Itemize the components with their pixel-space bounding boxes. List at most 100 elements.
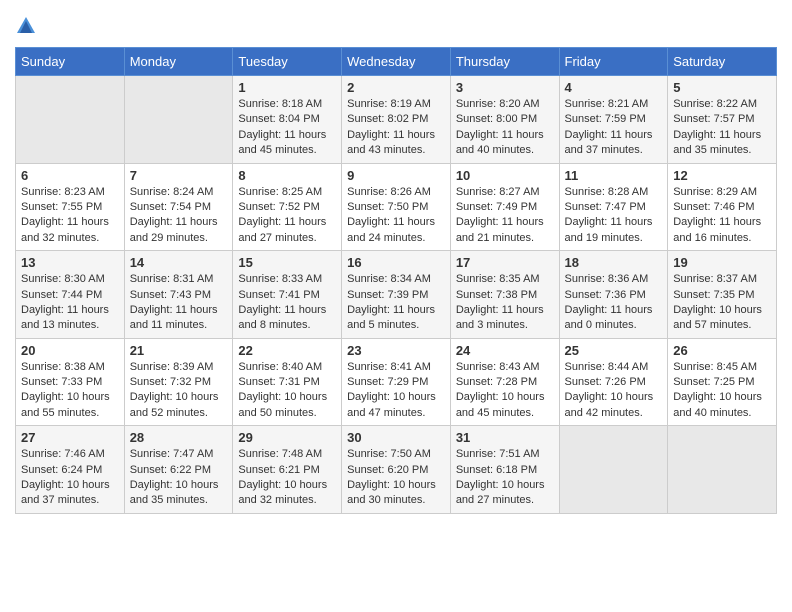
calendar-cell: 25 Sunrise: 8:44 AM Sunset: 7:26 PM Dayli… <box>559 338 668 426</box>
calendar-cell: 26 Sunrise: 8:45 AM Sunset: 7:25 PM Dayli… <box>668 338 777 426</box>
day-number: 26 <box>673 343 771 358</box>
day-number: 8 <box>238 168 336 183</box>
day-info: Sunrise: 8:33 AM Sunset: 7:41 PM Dayligh… <box>238 272 336 334</box>
calendar-cell: 2 Sunrise: 8:19 AM Sunset: 8:02 PM Daylig… <box>342 76 451 164</box>
calendar-table: SundayMondayTuesdayWednesdayThursdayFrid… <box>15 47 777 514</box>
day-info: Sunrise: 8:36 AM Sunset: 7:36 PM Dayligh… <box>565 272 663 334</box>
calendar-cell: 8 Sunrise: 8:25 AM Sunset: 7:52 PM Daylig… <box>233 163 342 251</box>
day-number: 13 <box>21 255 119 270</box>
day-info: Sunrise: 8:40 AM Sunset: 7:31 PM Dayligh… <box>238 360 336 422</box>
day-info: Sunrise: 7:46 AM Sunset: 6:24 PM Dayligh… <box>21 447 119 509</box>
day-info: Sunrise: 8:20 AM Sunset: 8:00 PM Dayligh… <box>456 97 554 159</box>
day-headers-row: SundayMondayTuesdayWednesdayThursdayFrid… <box>16 48 777 76</box>
day-number: 18 <box>565 255 663 270</box>
day-info: Sunrise: 8:38 AM Sunset: 7:33 PM Dayligh… <box>21 360 119 422</box>
day-header: Thursday <box>450 48 559 76</box>
day-info: Sunrise: 8:35 AM Sunset: 7:38 PM Dayligh… <box>456 272 554 334</box>
day-number: 2 <box>347 80 445 95</box>
day-number: 24 <box>456 343 554 358</box>
day-number: 22 <box>238 343 336 358</box>
day-number: 17 <box>456 255 554 270</box>
day-number: 28 <box>130 430 228 445</box>
calendar-cell: 5 Sunrise: 8:22 AM Sunset: 7:57 PM Daylig… <box>668 76 777 164</box>
day-info: Sunrise: 8:27 AM Sunset: 7:49 PM Dayligh… <box>456 185 554 247</box>
day-info: Sunrise: 8:22 AM Sunset: 7:57 PM Dayligh… <box>673 97 771 159</box>
calendar-week-row: 13 Sunrise: 8:30 AM Sunset: 7:44 PM Dayli… <box>16 251 777 339</box>
day-info: Sunrise: 8:29 AM Sunset: 7:46 PM Dayligh… <box>673 185 771 247</box>
day-number: 6 <box>21 168 119 183</box>
calendar-cell: 19Sunrise: 8:37 AM Sunset: 7:35 PM Dayli… <box>668 251 777 339</box>
day-number: 15 <box>238 255 336 270</box>
day-info: Sunrise: 8:44 AM Sunset: 7:26 PM Dayligh… <box>565 360 663 422</box>
day-info: Sunrise: 8:24 AM Sunset: 7:54 PM Dayligh… <box>130 185 228 247</box>
calendar-cell: 16Sunrise: 8:34 AM Sunset: 7:39 PM Dayli… <box>342 251 451 339</box>
day-number: 25 <box>565 343 663 358</box>
calendar-week-row: 20 Sunrise: 8:38 AM Sunset: 7:33 PM Dayli… <box>16 338 777 426</box>
calendar-cell: 21 Sunrise: 8:39 AM Sunset: 7:32 PM Dayli… <box>124 338 233 426</box>
calendar-cell: 18 Sunrise: 8:36 AM Sunset: 7:36 PM Dayli… <box>559 251 668 339</box>
logo-icon <box>15 15 37 37</box>
day-info: Sunrise: 8:25 AM Sunset: 7:52 PM Dayligh… <box>238 185 336 247</box>
day-number: 23 <box>347 343 445 358</box>
calendar-cell: 31 Sunrise: 7:51 AM Sunset: 6:18 PM Dayli… <box>450 426 559 514</box>
calendar-cell: 24 Sunrise: 8:43 AM Sunset: 7:28 PM Dayli… <box>450 338 559 426</box>
day-info: Sunrise: 8:23 AM Sunset: 7:55 PM Dayligh… <box>21 185 119 247</box>
day-info: Sunrise: 8:45 AM Sunset: 7:25 PM Dayligh… <box>673 360 771 422</box>
day-header: Friday <box>559 48 668 76</box>
day-number: 1 <box>238 80 336 95</box>
day-number: 3 <box>456 80 554 95</box>
day-info: Sunrise: 8:18 AM Sunset: 8:04 PM Dayligh… <box>238 97 336 159</box>
calendar-cell: 29 Sunrise: 7:48 AM Sunset: 6:21 PM Dayli… <box>233 426 342 514</box>
calendar-cell <box>16 76 125 164</box>
day-number: 7 <box>130 168 228 183</box>
calendar-week-row: 6 Sunrise: 8:23 AM Sunset: 7:55 PM Daylig… <box>16 163 777 251</box>
calendar-cell: 13 Sunrise: 8:30 AM Sunset: 7:44 PM Dayli… <box>16 251 125 339</box>
day-number: 4 <box>565 80 663 95</box>
day-header: Wednesday <box>342 48 451 76</box>
day-info: Sunrise: 8:39 AM Sunset: 7:32 PM Dayligh… <box>130 360 228 422</box>
calendar-cell <box>559 426 668 514</box>
day-header: Saturday <box>668 48 777 76</box>
day-number: 31 <box>456 430 554 445</box>
calendar-cell: 1 Sunrise: 8:18 AM Sunset: 8:04 PM Daylig… <box>233 76 342 164</box>
day-info: Sunrise: 8:30 AM Sunset: 7:44 PM Dayligh… <box>21 272 119 334</box>
calendar-cell: 15 Sunrise: 8:33 AM Sunset: 7:41 PM Dayli… <box>233 251 342 339</box>
day-info: Sunrise: 8:21 AM Sunset: 7:59 PM Dayligh… <box>565 97 663 159</box>
day-info: Sunrise: 8:41 AM Sunset: 7:29 PM Dayligh… <box>347 360 445 422</box>
calendar-cell: 3 Sunrise: 8:20 AM Sunset: 8:00 PM Daylig… <box>450 76 559 164</box>
calendar-cell: 4 Sunrise: 8:21 AM Sunset: 7:59 PM Daylig… <box>559 76 668 164</box>
logo <box>15 15 41 37</box>
calendar-cell: 27 Sunrise: 7:46 AM Sunset: 6:24 PM Dayli… <box>16 426 125 514</box>
calendar-week-row: 27 Sunrise: 7:46 AM Sunset: 6:24 PM Dayli… <box>16 426 777 514</box>
day-header: Sunday <box>16 48 125 76</box>
calendar-cell: 28 Sunrise: 7:47 AM Sunset: 6:22 PM Dayli… <box>124 426 233 514</box>
day-number: 27 <box>21 430 119 445</box>
day-number: 5 <box>673 80 771 95</box>
calendar-cell: 11 Sunrise: 8:28 AM Sunset: 7:47 PM Dayli… <box>559 163 668 251</box>
day-number: 10 <box>456 168 554 183</box>
day-number: 11 <box>565 168 663 183</box>
calendar-cell: 17 Sunrise: 8:35 AM Sunset: 7:38 PM Dayli… <box>450 251 559 339</box>
day-info: Sunrise: 7:47 AM Sunset: 6:22 PM Dayligh… <box>130 447 228 509</box>
day-number: 12 <box>673 168 771 183</box>
day-info: Sunrise: 8:34 AM Sunset: 7:39 PM Dayligh… <box>347 272 445 334</box>
calendar-cell: 9Sunrise: 8:26 AM Sunset: 7:50 PM Daylig… <box>342 163 451 251</box>
calendar-cell: 23 Sunrise: 8:41 AM Sunset: 7:29 PM Dayli… <box>342 338 451 426</box>
calendar-cell: 20 Sunrise: 8:38 AM Sunset: 7:33 PM Dayli… <box>16 338 125 426</box>
day-info: Sunrise: 7:48 AM Sunset: 6:21 PM Dayligh… <box>238 447 336 509</box>
day-number: 29 <box>238 430 336 445</box>
day-number: 14 <box>130 255 228 270</box>
day-number: 20 <box>21 343 119 358</box>
calendar-cell: 6 Sunrise: 8:23 AM Sunset: 7:55 PM Daylig… <box>16 163 125 251</box>
day-info: Sunrise: 8:43 AM Sunset: 7:28 PM Dayligh… <box>456 360 554 422</box>
day-info: Sunrise: 8:28 AM Sunset: 7:47 PM Dayligh… <box>565 185 663 247</box>
day-number: 21 <box>130 343 228 358</box>
day-info: Sunrise: 8:19 AM Sunset: 8:02 PM Dayligh… <box>347 97 445 159</box>
day-info: Sunrise: 7:51 AM Sunset: 6:18 PM Dayligh… <box>456 447 554 509</box>
calendar-cell: 22 Sunrise: 8:40 AM Sunset: 7:31 PM Dayli… <box>233 338 342 426</box>
calendar-cell <box>124 76 233 164</box>
calendar-cell: 14Sunrise: 8:31 AM Sunset: 7:43 PM Dayli… <box>124 251 233 339</box>
calendar-week-row: 1 Sunrise: 8:18 AM Sunset: 8:04 PM Daylig… <box>16 76 777 164</box>
day-number: 9 <box>347 168 445 183</box>
calendar-cell <box>668 426 777 514</box>
